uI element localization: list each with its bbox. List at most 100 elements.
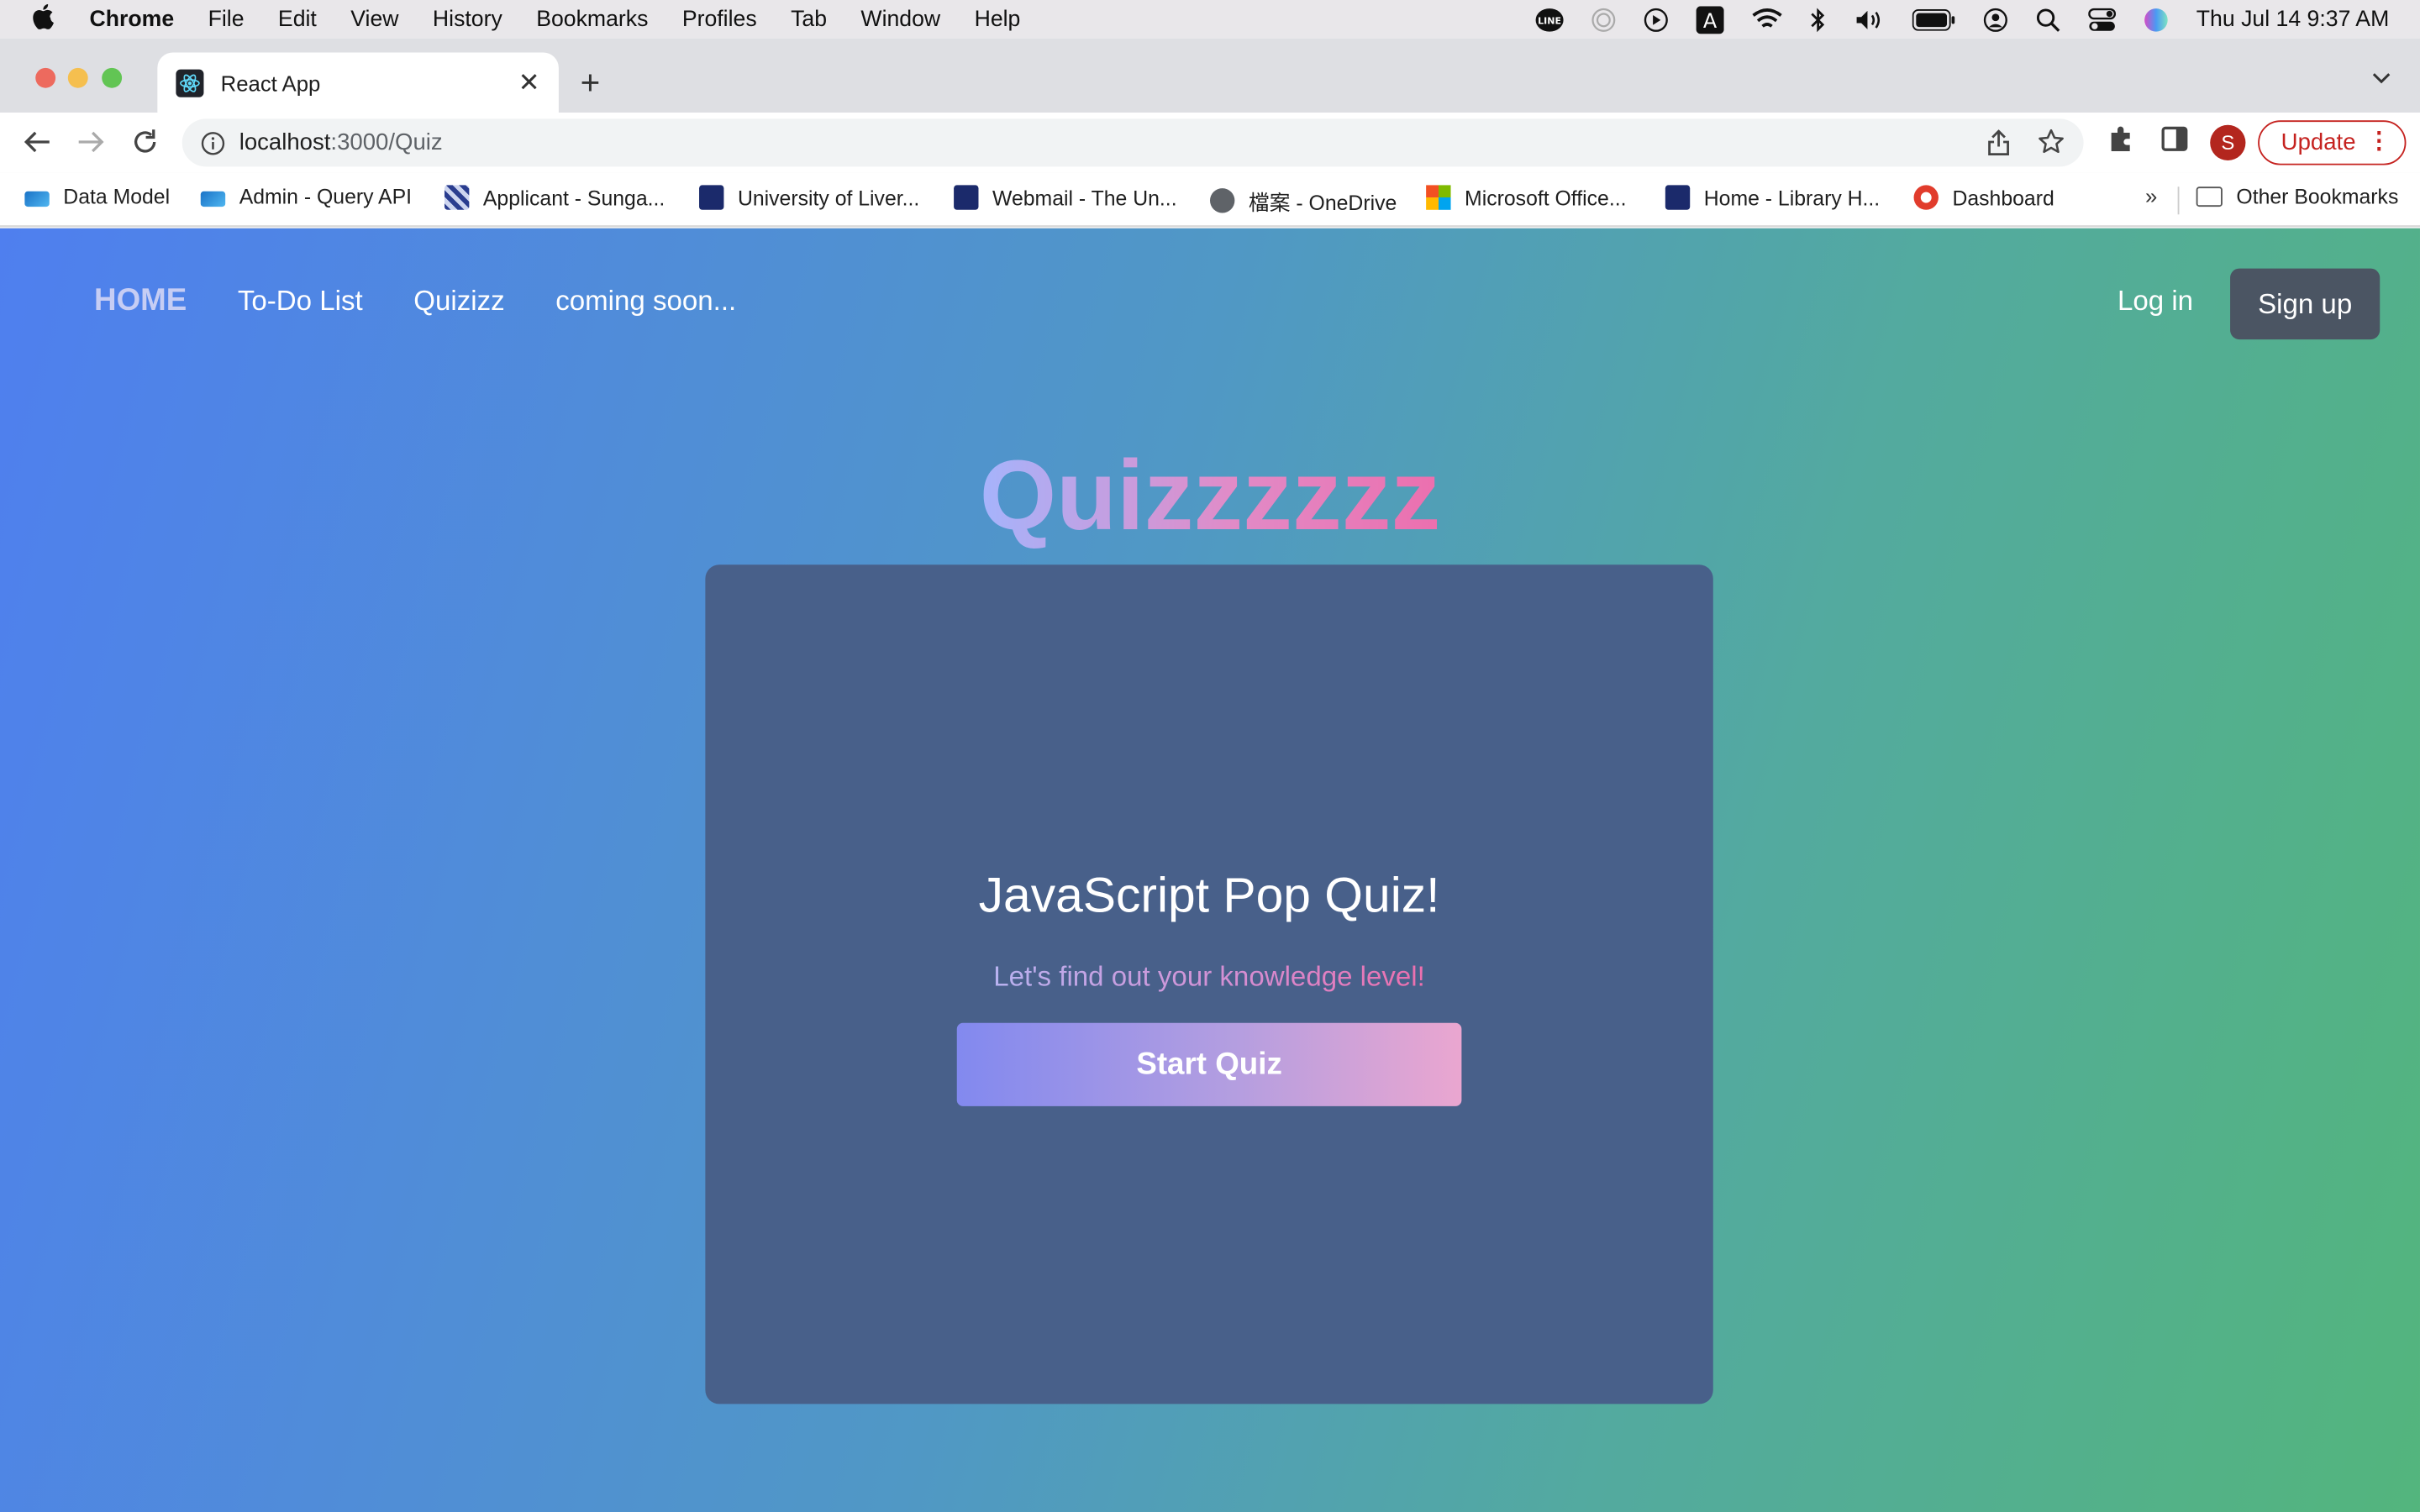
side-panel-icon[interactable] bbox=[2160, 125, 2188, 160]
tab-react-app[interactable]: React App ✕ bbox=[157, 52, 559, 113]
wifi-icon[interactable] bbox=[1752, 8, 1783, 31]
menu-file[interactable]: File bbox=[208, 7, 245, 31]
start-quiz-button[interactable]: Start Quiz bbox=[956, 1022, 1462, 1106]
svg-text:A: A bbox=[1703, 8, 1718, 32]
other-bookmarks-label: Other Bookmarks bbox=[2236, 185, 2399, 208]
signup-button[interactable]: Sign up bbox=[2230, 268, 2381, 340]
bookmark-star-icon[interactable] bbox=[2037, 128, 2065, 163]
menu-edit[interactable]: Edit bbox=[278, 7, 317, 31]
sap-icon bbox=[24, 190, 50, 207]
url-host: localhost bbox=[239, 129, 331, 156]
spotlight-icon[interactable] bbox=[2036, 7, 2060, 31]
update-button[interactable]: Update ⋮ bbox=[2258, 120, 2407, 165]
menu-clock[interactable]: Thu Jul 14 9:37 AM bbox=[2196, 7, 2389, 31]
status-area: LINE A Thu Jul 14 9:37 AM bbox=[1508, 0, 2389, 39]
bookmark-webmail[interactable]: Webmail - The Un... bbox=[954, 185, 1177, 210]
more-bookmarks-chevron[interactable]: » bbox=[2145, 184, 2157, 208]
quiz-subtitle: Let's find out your knowledge level! bbox=[705, 961, 1712, 994]
login-link[interactable]: Log in bbox=[2118, 286, 2193, 318]
menu-bookmarks[interactable]: Bookmarks bbox=[536, 7, 648, 31]
bookmark-label: Dashboard bbox=[1952, 186, 2054, 209]
bookmark-label: Home - Library H... bbox=[1703, 186, 1881, 209]
site-navbar: HOME To-Do List Quizizz coming soon... L… bbox=[0, 228, 2420, 383]
bookmark-label: Webmail - The Un... bbox=[992, 186, 1177, 209]
tab-close-icon[interactable]: ✕ bbox=[518, 68, 540, 99]
tab-search-chevron-icon[interactable] bbox=[2370, 66, 2392, 94]
apple-menu-icon[interactable] bbox=[31, 3, 59, 36]
menu-app-name[interactable]: Chrome bbox=[90, 7, 175, 31]
menu-profiles[interactable]: Profiles bbox=[682, 7, 757, 31]
siri-icon[interactable] bbox=[2144, 7, 2168, 31]
bookmark-admin-query-api[interactable]: Admin - Query API bbox=[200, 185, 413, 208]
bookmark-label: University of Liver... bbox=[737, 186, 920, 209]
address-bar[interactable]: localhost :3000/Quiz bbox=[182, 118, 2084, 167]
window-minimize-button[interactable] bbox=[67, 67, 88, 88]
bookmark-data-model[interactable]: Data Model bbox=[24, 185, 170, 208]
bookmark-label: Applicant - Sunga... bbox=[482, 186, 666, 209]
bookmark-label: Admin - Query API bbox=[239, 185, 413, 208]
canvas-icon bbox=[1913, 185, 1939, 210]
menu-history[interactable]: History bbox=[433, 7, 502, 31]
bookmarks-bar: Data Model Admin - Query API Applicant -… bbox=[0, 172, 2420, 227]
airdrop-icon[interactable] bbox=[1591, 7, 1616, 31]
kebab-menu-icon[interactable]: ⋮ bbox=[2368, 128, 2391, 155]
nav-todo-link[interactable]: To-Do List bbox=[238, 286, 363, 318]
bookmark-label: 檔案 - OneDrive bbox=[1248, 191, 1397, 215]
browser-toolbar: localhost :3000/Quiz S Update ⋮ bbox=[0, 113, 2420, 173]
forward-arrow-icon[interactable] bbox=[76, 127, 107, 158]
back-arrow-icon[interactable] bbox=[22, 127, 53, 158]
bookmark-applicant[interactable]: Applicant - Sunga... bbox=[444, 185, 666, 210]
bookmark-library[interactable]: Home - Library H... bbox=[1665, 185, 1881, 210]
bookmark-label: Data Model bbox=[63, 185, 171, 208]
sap-icon bbox=[200, 190, 226, 207]
extensions-puzzle-icon[interactable] bbox=[2107, 125, 2134, 160]
microsoft-icon bbox=[1426, 185, 1451, 210]
uol-icon bbox=[1665, 185, 1691, 210]
menu-tab[interactable]: Tab bbox=[791, 7, 827, 31]
bookmark-microsoft-office[interactable]: Microsoft Office... bbox=[1426, 185, 1627, 210]
profile-avatar[interactable]: S bbox=[2210, 124, 2246, 161]
share-icon[interactable] bbox=[1988, 129, 2010, 163]
uol-icon bbox=[954, 185, 979, 210]
bookmark-onedrive[interactable]: 檔案 - OneDrive bbox=[1209, 185, 1397, 216]
bluetooth-icon[interactable] bbox=[1811, 7, 1826, 32]
menu-view[interactable]: View bbox=[350, 7, 398, 31]
bookmark-dashboard[interactable]: Dashboard bbox=[1913, 185, 2054, 210]
globe-icon bbox=[1209, 188, 1235, 213]
other-bookmarks[interactable]: Other Bookmarks bbox=[2196, 185, 2399, 208]
menu-window[interactable]: Window bbox=[860, 7, 940, 31]
line-icon[interactable]: LINE bbox=[1535, 7, 1564, 31]
url-path: :3000/Quiz bbox=[330, 129, 443, 156]
control-center-icon[interactable] bbox=[2088, 7, 2117, 31]
bookmark-label: Microsoft Office... bbox=[1465, 186, 1627, 209]
applicant-icon bbox=[444, 185, 470, 210]
volume-icon[interactable] bbox=[1854, 7, 1885, 31]
tab-title: React App bbox=[220, 70, 321, 95]
menu-help[interactable]: Help bbox=[975, 7, 1021, 31]
folder-icon bbox=[2196, 186, 2223, 207]
page-title-text: Quizzzzzz bbox=[979, 439, 1441, 551]
quiz-card: JavaScript Pop Quiz! Let's find out your… bbox=[705, 564, 1713, 1404]
window-close-button[interactable] bbox=[35, 67, 56, 88]
macos-menu-bar: Chrome File Edit View History Bookmarks … bbox=[0, 0, 2420, 39]
quiz-subtitle-text: Let's find out your knowledge level! bbox=[993, 961, 1425, 993]
nav-home-link[interactable]: HOME bbox=[94, 284, 187, 319]
new-tab-button[interactable]: + bbox=[581, 63, 601, 103]
reload-icon[interactable] bbox=[129, 127, 160, 158]
play-icon[interactable] bbox=[1644, 7, 1668, 32]
user-icon[interactable] bbox=[1983, 7, 2008, 32]
window-zoom-button[interactable] bbox=[102, 67, 123, 88]
page-title: Quizzzzzz bbox=[0, 438, 2420, 553]
update-label: Update bbox=[2281, 129, 2356, 156]
site-info-icon[interactable] bbox=[201, 130, 225, 155]
input-source-icon[interactable]: A bbox=[1696, 5, 1724, 34]
react-icon bbox=[176, 68, 204, 97]
nav-coming-soon-link[interactable]: coming soon... bbox=[555, 286, 736, 318]
svg-text:LINE: LINE bbox=[1538, 15, 1561, 26]
bookmarks-divider bbox=[2177, 186, 2180, 215]
uol-icon bbox=[699, 185, 724, 210]
battery-icon[interactable] bbox=[1912, 8, 1955, 30]
nav-quizizz-link[interactable]: Quizizz bbox=[413, 286, 504, 318]
bookmark-university-of-liverpool[interactable]: University of Liver... bbox=[699, 185, 920, 210]
tab-strip: React App ✕ + bbox=[0, 38, 2420, 113]
